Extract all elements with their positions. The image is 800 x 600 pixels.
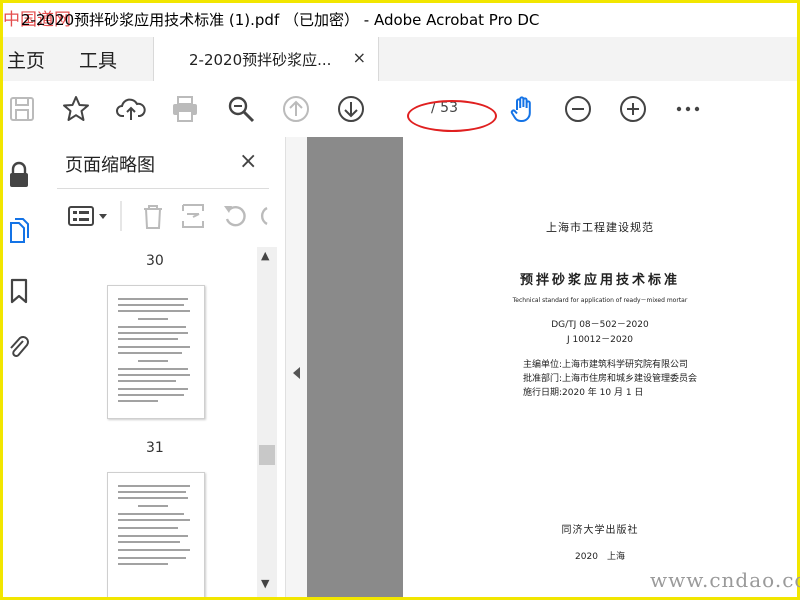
divider bbox=[120, 201, 122, 231]
thumbnail-scrollbar[interactable]: ▲ ▼ bbox=[257, 247, 277, 597]
thumbnail-list: 30 31 bbox=[47, 247, 257, 597]
next-page-icon[interactable] bbox=[336, 94, 366, 124]
doc-code-secondary: J 10012－2020 bbox=[566, 335, 634, 345]
document-viewer[interactable]: 上海市工程建设规范 预拌砂浆应用技术标准 Technical standard … bbox=[307, 137, 797, 597]
doc-editor: 主编单位:上海市建筑科学研究院有限公司 bbox=[523, 360, 689, 370]
tab-tools[interactable]: 工具 bbox=[79, 46, 117, 73]
page-thumbnails-icon[interactable] bbox=[7, 217, 31, 245]
document-page: 上海市工程建设规范 预拌砂浆应用技术标准 Technical standard … bbox=[403, 137, 797, 597]
doc-code: DG/TJ 08－502－2020 bbox=[551, 320, 649, 330]
panel-close-button[interactable]: × bbox=[239, 149, 257, 174]
hand-tool-icon[interactable] bbox=[508, 94, 538, 124]
previous-page-icon[interactable] bbox=[281, 94, 311, 124]
rotate-page-icon[interactable] bbox=[221, 201, 249, 231]
page-thumbnail[interactable] bbox=[107, 285, 205, 419]
save-icon[interactable] bbox=[7, 94, 37, 124]
doc-header: 上海市工程建设规范 bbox=[546, 221, 654, 234]
thumbnail-page-label: 31 bbox=[146, 440, 164, 456]
page-thumbnail[interactable] bbox=[107, 472, 205, 597]
zoom-out-icon[interactable] bbox=[563, 94, 593, 124]
highlight-ellipse bbox=[407, 100, 497, 132]
doc-title-english: Technical standard for application of re… bbox=[512, 297, 688, 304]
tab-document-label: 2-2020预拌砂浆应... bbox=[189, 51, 332, 69]
doc-publisher: 同济大学出版社 bbox=[561, 525, 639, 536]
doc-title: 预拌砂浆应用技术标准 bbox=[519, 273, 680, 288]
insert-page-icon[interactable] bbox=[179, 201, 207, 231]
doc-approver: 批准部门:上海市住房和城乡建设管理委员会 bbox=[523, 374, 698, 384]
bookmark-icon[interactable] bbox=[7, 277, 31, 305]
doc-effective-date: 施行日期:2020 年 10 月 1 日 bbox=[523, 388, 644, 398]
main-toolbar: / 53 bbox=[3, 81, 797, 138]
more-options-icon[interactable] bbox=[673, 94, 703, 124]
tab-close-button[interactable]: × bbox=[353, 48, 366, 67]
scroll-down-icon[interactable]: ▼ bbox=[261, 577, 269, 590]
panel-collapse-handle[interactable] bbox=[285, 137, 308, 597]
window-title: 2-2020预拌砂浆应用技术标准 (1).pdf （已加密） - Adobe A… bbox=[21, 11, 540, 29]
zoom-in-icon[interactable] bbox=[618, 94, 648, 124]
scrollbar-thumb[interactable] bbox=[259, 445, 275, 465]
thumbnail-options-icon[interactable] bbox=[67, 201, 111, 231]
zoom-search-icon[interactable] bbox=[226, 94, 256, 124]
lock-icon[interactable] bbox=[7, 161, 31, 189]
panel-title: 页面缩略图 bbox=[65, 155, 155, 176]
tab-document[interactable]: 2-2020预拌砂浆应... × bbox=[153, 37, 379, 81]
thumbnail-page-label: 30 bbox=[146, 253, 164, 269]
left-navigation-rail bbox=[3, 137, 48, 597]
bookmark-star-icon[interactable] bbox=[61, 94, 91, 124]
page-thumbnails-panel: 页面缩略图 × 30 31 ▲ ▼ bbox=[47, 137, 285, 597]
panel-toolbar bbox=[63, 201, 273, 231]
tab-bar: 主页 工具 2-2020预拌砂浆应... × bbox=[3, 37, 797, 82]
delete-page-icon[interactable] bbox=[139, 201, 167, 231]
rotate-clockwise-icon[interactable] bbox=[257, 201, 271, 231]
doc-year-place: 2020 上海 bbox=[575, 552, 625, 562]
divider bbox=[57, 188, 269, 189]
tab-home[interactable]: 主页 bbox=[7, 46, 45, 73]
cloud-upload-icon[interactable] bbox=[116, 94, 146, 124]
scroll-up-icon[interactable]: ▲ bbox=[261, 249, 269, 262]
title-bar: 中国道网 2-2020预拌砂浆应用技术标准 (1).pdf （已加密） - Ad… bbox=[3, 3, 797, 37]
site-watermark: www.cndao.com bbox=[650, 568, 800, 592]
attachment-icon[interactable] bbox=[7, 333, 31, 361]
print-icon[interactable] bbox=[170, 94, 200, 124]
collapse-arrow-icon[interactable] bbox=[293, 367, 300, 379]
app-window: 中国道网 2-2020预拌砂浆应用技术标准 (1).pdf （已加密） - Ad… bbox=[0, 0, 800, 600]
